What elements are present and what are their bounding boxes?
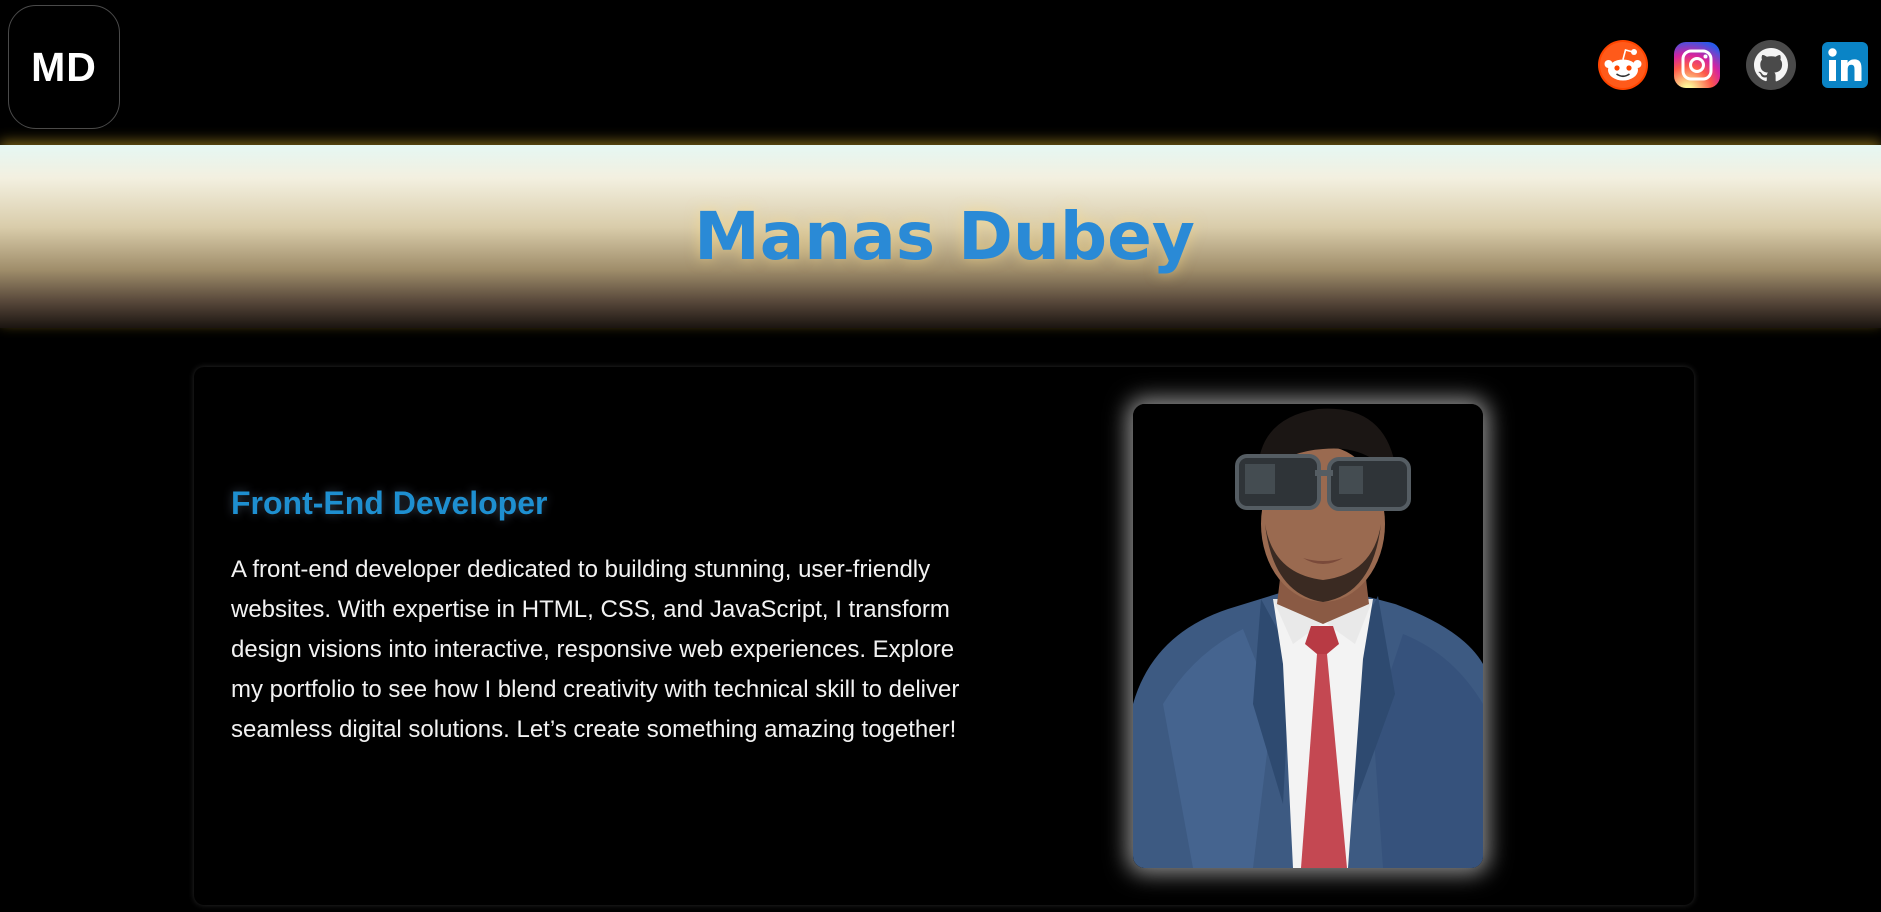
instagram-icon	[1674, 42, 1720, 88]
instagram-link[interactable]	[1671, 39, 1723, 91]
profile-photo	[1133, 404, 1483, 868]
linkedin-icon	[1822, 42, 1868, 88]
reddit-link[interactable]	[1597, 39, 1649, 91]
profile-photo-illustration	[1133, 404, 1483, 868]
role-heading: Front-End Developer	[231, 485, 548, 521]
hero-banner: Manas Dubey	[0, 145, 1881, 328]
about-card: Front-End Developer A front-end develope…	[194, 367, 1694, 905]
logo-text: MD	[31, 43, 97, 90]
github-link[interactable]	[1745, 39, 1797, 91]
linkedin-link[interactable]	[1819, 39, 1871, 91]
reddit-icon	[1598, 40, 1648, 90]
logo-badge[interactable]: MD	[8, 5, 120, 129]
github-icon	[1746, 40, 1796, 90]
social-links	[1597, 39, 1871, 91]
bio-text: A front-end developer dedicated to build…	[231, 556, 960, 743]
hero-name: Manas Dubey	[694, 198, 1195, 275]
